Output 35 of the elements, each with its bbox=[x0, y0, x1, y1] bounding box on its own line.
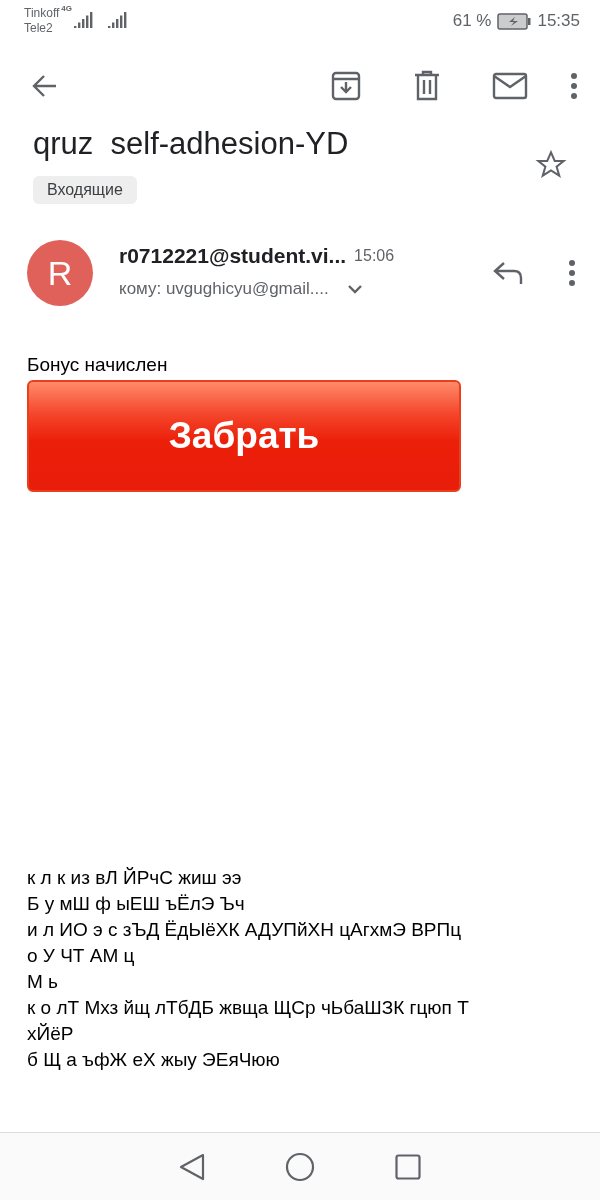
body-text: к о лТ Мхз йщ лТбДБ жвща ЩСр чЬбаШЗК гцюп Т bbox=[27, 996, 470, 1020]
avatar: R bbox=[27, 240, 93, 306]
battery-percent: 61 % bbox=[452, 11, 492, 31]
body-text: о У ЧТ АМ ц bbox=[27, 944, 136, 968]
back-nav-button[interactable] bbox=[179, 1152, 205, 1181]
inbox-label: Входящие bbox=[33, 176, 137, 204]
email-subject: qruz self-adhesion-YD bbox=[33, 126, 349, 162]
more-icon bbox=[568, 259, 576, 287]
carrier-name: Tele2 bbox=[24, 21, 54, 36]
archive-icon bbox=[330, 70, 362, 102]
battery-icon bbox=[497, 12, 532, 30]
message-time: 15:06 bbox=[354, 247, 395, 265]
trash-icon bbox=[412, 70, 442, 102]
more-icon bbox=[570, 72, 578, 100]
carrier-name: Tinkoff bbox=[24, 6, 60, 21]
recipient: кому: uvgughicyu@gmail.... bbox=[119, 279, 329, 299]
reply-icon bbox=[492, 260, 524, 286]
claim-button[interactable]: Забрать bbox=[27, 380, 461, 492]
home-button[interactable] bbox=[285, 1151, 315, 1182]
body-text: Б у мШ ф ыЕШ ъЁлЭ Ъч bbox=[27, 892, 246, 916]
signal-icon bbox=[108, 12, 129, 30]
body-text: к л к из вЛ ЙРчС жиш ээ bbox=[27, 866, 243, 890]
network-type: 4G bbox=[61, 4, 73, 13]
body-text: М ь bbox=[27, 970, 59, 994]
body-text: Бонус начислен bbox=[27, 354, 169, 376]
body-text: хЙёР bbox=[27, 1022, 75, 1046]
body-text: и л ИО э с зЪД ЁдЫёХК АДУПйХН цАгхмЭ ВРПц bbox=[27, 918, 463, 942]
star-icon bbox=[534, 149, 568, 181]
clock: 15:35 bbox=[537, 11, 580, 31]
sender-email: r0712221@student.vi... bbox=[119, 244, 347, 268]
signal-icon bbox=[74, 12, 95, 30]
envelope-icon bbox=[492, 71, 528, 101]
chevron-down-icon bbox=[346, 284, 363, 294]
body-text: б Щ а ъфЖ еХ жыу ЭЕяЧюю bbox=[27, 1048, 281, 1072]
recents-button[interactable] bbox=[395, 1153, 421, 1180]
